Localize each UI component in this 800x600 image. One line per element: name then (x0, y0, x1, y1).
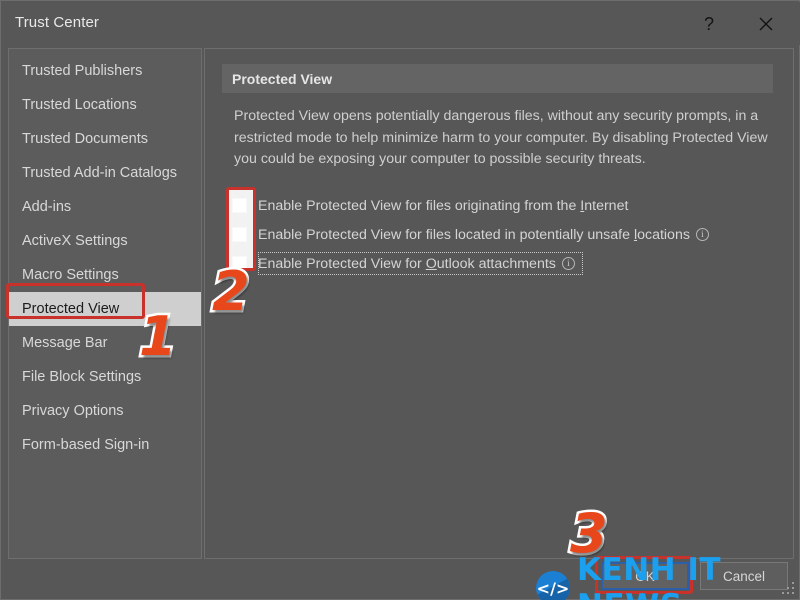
sidebar-item-label: Trusted Publishers (22, 63, 143, 79)
checkbox-label-outlook-attachments: Enable Protected View for Outlook attach… (258, 256, 556, 272)
sidebar-item-add-ins[interactable]: Add-ins (9, 190, 201, 224)
sidebar-item-trusted-locations[interactable]: Trusted Locations (9, 88, 201, 122)
window-title: Trust Center (15, 14, 100, 31)
screenshot-root: Trust Center ? Trusted Publishers Truste… (0, 0, 800, 600)
section-description: Protected View opens potentially dangero… (234, 108, 768, 167)
sidebar-item-label: Privacy Options (22, 403, 124, 419)
label-text: Enable Protected View for (258, 255, 426, 272)
annotation-marker-2: 2 (210, 262, 253, 321)
question-mark-icon: ? (703, 13, 714, 34)
trust-center-dialog: Trust Center ? Trusted Publishers Truste… (0, 0, 800, 600)
checkbox-unsafe-locations[interactable] (232, 227, 247, 242)
marker-number: 3 (568, 502, 611, 565)
sidebar-item-privacy-options[interactable]: Privacy Options (9, 394, 201, 428)
checkbox-internet[interactable] (232, 198, 247, 213)
checkbox-row-outlook-attachments[interactable]: Enable Protected View for Outlook attach… (232, 249, 772, 278)
label-text: nternet (584, 197, 629, 214)
marker-number: 1 (137, 305, 180, 368)
label-text: ocations (637, 226, 690, 243)
checkbox-group: Enable Protected View for files originat… (232, 191, 772, 278)
info-circle-icon[interactable]: i (561, 257, 575, 270)
ok-button-label: OK (635, 568, 655, 584)
checkbox-label-internet: Enable Protected View for files originat… (258, 198, 628, 214)
marker-number: 2 (210, 260, 253, 323)
sidebar-item-trusted-add-in-catalogs[interactable]: Trusted Add-in Catalogs (9, 156, 201, 190)
help-button[interactable]: ? (686, 4, 732, 44)
annotation-marker-1: 1 (137, 307, 180, 366)
checkbox-row-internet[interactable]: Enable Protected View for files originat… (232, 191, 772, 220)
checkbox-row-unsafe-locations[interactable]: Enable Protected View for files located … (232, 220, 772, 249)
sidebar-item-label: Trusted Locations (22, 97, 137, 113)
label-text: Enable Protected View for files originat… (258, 197, 581, 214)
label-text: utlook attachments (436, 255, 556, 272)
sidebar-item-form-based-sign-in[interactable]: Form-based Sign-in (9, 428, 201, 462)
sidebar-item-trusted-publishers[interactable]: Trusted Publishers (9, 54, 201, 88)
sidebar-item-label: Message Bar (22, 335, 108, 351)
category-list[interactable]: Trusted Publishers Trusted Locations Tru… (8, 48, 202, 559)
cancel-button-label: Cancel (722, 568, 766, 584)
title-bar: Trust Center ? (2, 2, 800, 45)
sidebar-item-label: Trusted Documents (22, 131, 148, 147)
checkbox-label-unsafe-locations: Enable Protected View for files located … (258, 227, 690, 243)
sidebar-item-label: Trusted Add-in Catalogs (22, 165, 178, 181)
sidebar-item-trusted-documents[interactable]: Trusted Documents (9, 122, 201, 156)
close-icon (758, 16, 774, 32)
label-text: Enable Protected View for files located … (258, 226, 634, 243)
sidebar-item-activex-settings[interactable]: ActiveX Settings (9, 224, 201, 258)
accelerator-key: O (425, 255, 437, 272)
ok-button[interactable]: OK (601, 562, 689, 590)
info-circle-icon[interactable]: i (695, 228, 709, 241)
close-button[interactable] (743, 4, 789, 44)
sidebar-item-label: ActiveX Settings (22, 233, 128, 249)
sidebar-item-label: Form-based Sign-in (22, 437, 150, 453)
sidebar-item-label: Add-ins (22, 199, 72, 215)
cancel-button[interactable]: Cancel (700, 562, 788, 590)
annotation-marker-3: 3 (568, 504, 611, 563)
section-title: Protected View (222, 64, 773, 93)
sidebar-item-label: Protected View (22, 301, 120, 317)
sidebar-item-macro-settings[interactable]: Macro Settings (9, 258, 201, 292)
sidebar-item-label: Macro Settings (22, 267, 119, 283)
settings-panel: Protected View Protected View opens pote… (204, 48, 794, 559)
resize-grip-icon[interactable] (782, 582, 795, 595)
sidebar-item-label: File Block Settings (22, 369, 142, 385)
